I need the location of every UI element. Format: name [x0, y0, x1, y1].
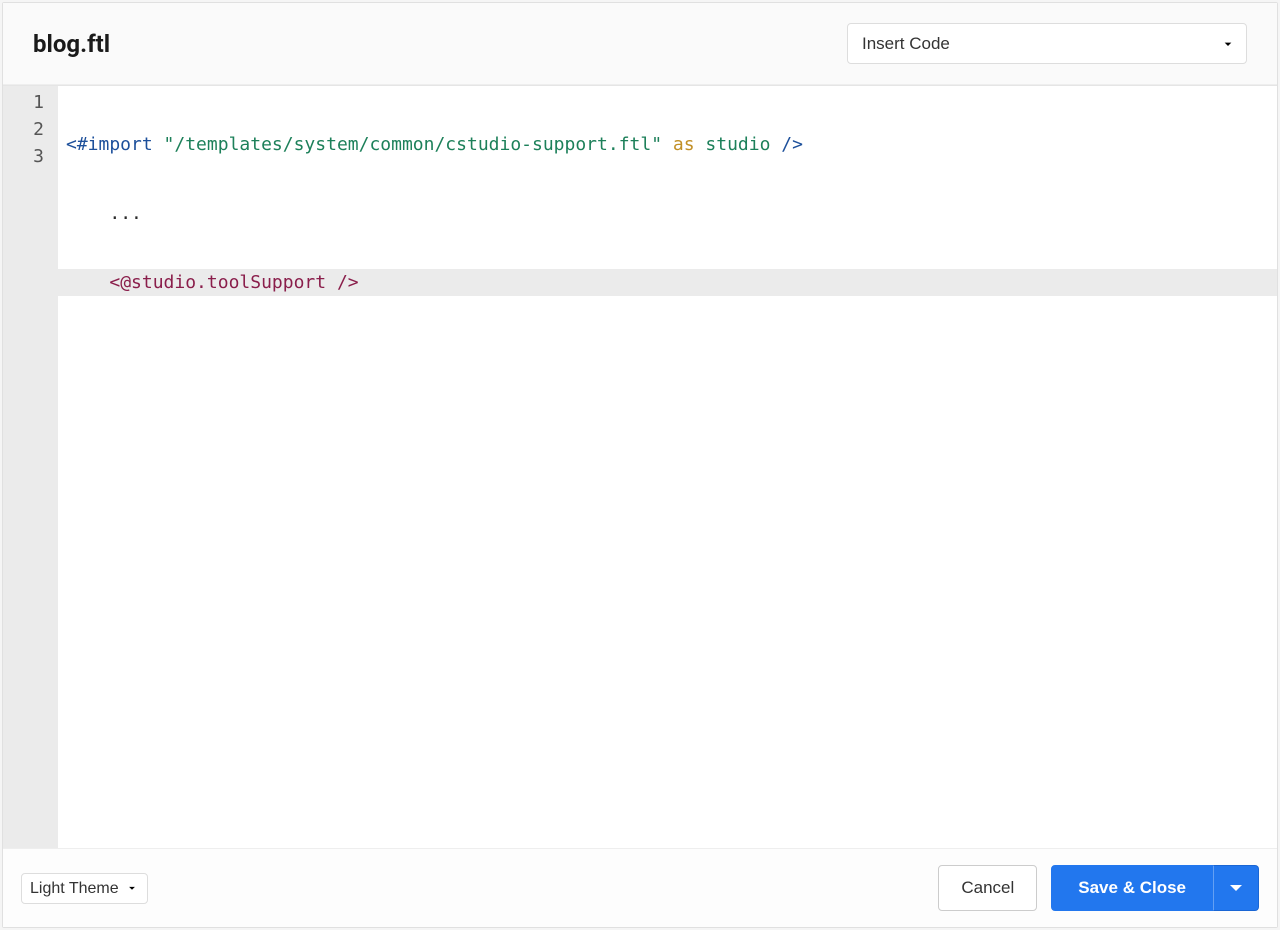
save-close-button[interactable]: Save & Close — [1051, 865, 1213, 911]
cancel-button[interactable]: Cancel — [938, 865, 1037, 911]
editor-window: blog.ftl Insert Code 1 2 3 <#import "/te… — [2, 2, 1278, 928]
code-line: <@studio.toolSupport /> — [58, 269, 1277, 296]
code-line: <#import "/templates/system/common/cstud… — [58, 131, 1277, 158]
save-close-group: Save & Close — [1051, 865, 1259, 911]
line-number: 2 — [3, 116, 58, 143]
editor-body: 1 2 3 <#import "/templates/system/common… — [3, 85, 1277, 848]
line-number: 3 — [3, 143, 58, 170]
chevron-down-icon — [1230, 885, 1242, 891]
theme-select[interactable]: Light Theme — [21, 873, 148, 904]
code-editor[interactable]: <#import "/templates/system/common/cstud… — [58, 86, 1277, 848]
line-number-gutter: 1 2 3 — [3, 86, 58, 848]
footer-actions: Cancel Save & Close — [938, 865, 1259, 911]
file-title: blog.ftl — [33, 30, 110, 58]
line-number: 1 — [3, 89, 58, 116]
insert-code-select[interactable]: Insert Code — [847, 23, 1247, 64]
header: blog.ftl Insert Code — [3, 3, 1277, 85]
footer: Light Theme Cancel Save & Close — [3, 848, 1277, 927]
save-close-dropdown-button[interactable] — [1213, 865, 1259, 911]
code-line: ... — [58, 200, 1277, 227]
